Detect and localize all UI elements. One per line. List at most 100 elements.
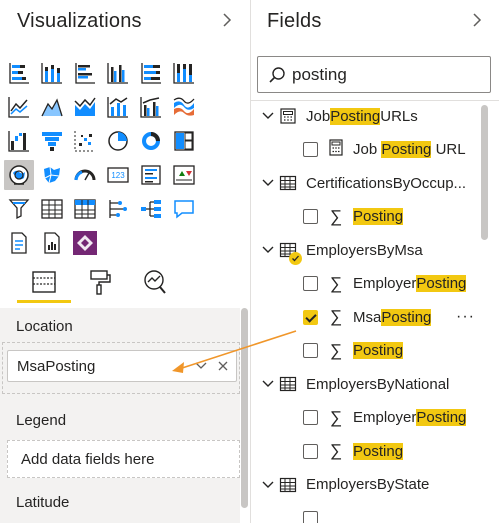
fields-search-box[interactable] [257, 56, 491, 93]
chevron-down-icon[interactable] [261, 377, 275, 391]
chevron-down-icon[interactable] [261, 109, 275, 123]
line-chart-icon[interactable] [4, 92, 34, 122]
table-row[interactable]: EmployersByNational [251, 370, 491, 398]
label-part: Job [306, 107, 331, 125]
fields-pane: Fields JobPostingURLsJob Posting URLCert… [251, 0, 499, 523]
scatter-chart-icon[interactable] [70, 126, 100, 156]
field-row[interactable]: ∑ Posting [251, 337, 491, 365]
funnel-icon[interactable] [37, 126, 67, 156]
collapse-visualizations-chevron-right-icon[interactable] [221, 11, 233, 34]
stacked-column-chart-icon[interactable] [37, 58, 67, 88]
pie-chart-icon[interactable] [103, 126, 133, 156]
more-options-icon[interactable]: ··· [456, 308, 475, 326]
field-row[interactable] [251, 504, 491, 523]
multi-row-card-icon[interactable] [136, 160, 166, 190]
field-checkbox[interactable] [303, 510, 318, 523]
label-part: Job [353, 141, 382, 158]
location-field-pill[interactable]: MsaPosting [7, 350, 237, 382]
field-row[interactable]: ∑ MsaPosting ··· [251, 303, 491, 331]
stacked-area-chart-icon[interactable] [70, 92, 100, 122]
label-part: EmployersByMsa [306, 241, 423, 259]
label-part: EmployersByState [306, 476, 430, 493]
gauge-icon[interactable] [70, 160, 100, 190]
map-icon[interactable] [4, 160, 34, 190]
slicer-icon[interactable] [4, 194, 34, 224]
table-icon [279, 476, 297, 494]
paginated-report-icon[interactable] [37, 228, 67, 258]
search-match-highlight: Posting [416, 275, 467, 292]
search-match-highlight: Posting [353, 342, 404, 359]
search-match-highlight: Posting [416, 409, 467, 426]
search-match-highlight: Posting [381, 141, 432, 158]
label-part: Employer [353, 409, 417, 426]
chevron-down-icon[interactable] [192, 357, 210, 375]
search-match-highlight: Posting [353, 208, 404, 225]
legend-drop-zone[interactable]: Add data fields here [7, 440, 240, 478]
field-row[interactable]: ∑ EmployerPosting [251, 270, 491, 298]
line-and-stacked-column-chart-icon[interactable] [103, 92, 133, 122]
line-and-clustered-column-chart-icon[interactable] [136, 92, 166, 122]
remove-field-close-icon[interactable] [214, 357, 232, 375]
qa-icon[interactable] [169, 194, 199, 224]
field-checkbox[interactable] [303, 309, 318, 325]
stacked-bar-chart-icon[interactable] [4, 58, 34, 88]
smart-narrative-icon[interactable] [4, 228, 34, 258]
clustered-column-chart-icon[interactable] [103, 58, 133, 88]
check-badge-icon [289, 252, 302, 265]
filled-map-icon[interactable] [37, 160, 67, 190]
key-influencers-icon[interactable] [103, 194, 133, 224]
field-checkbox[interactable] [303, 276, 318, 291]
waterfall-chart-icon[interactable] [4, 126, 34, 156]
calculator-table-icon [279, 107, 297, 125]
label-part: Employer [353, 275, 417, 292]
field-row[interactable]: ∑ Posting [251, 437, 491, 465]
collapse-fields-chevron-right-icon[interactable] [471, 11, 483, 34]
sigma-icon: ∑ [329, 407, 343, 427]
table-name: EmployersByMsa [306, 242, 423, 259]
search-match-highlight: Posting [330, 107, 381, 125]
chevron-down-icon[interactable] [261, 176, 275, 190]
100-stacked-bar-chart-icon[interactable] [136, 58, 166, 88]
format-tab-icon[interactable] [79, 262, 119, 302]
search-input[interactable] [292, 64, 462, 85]
field-name: MsaPosting [353, 308, 432, 326]
analytics-tab-icon[interactable] [134, 262, 174, 302]
table-row[interactable]: JobPostingURLs [251, 102, 491, 130]
treemap-icon[interactable] [169, 126, 199, 156]
svg-text:123: 123 [111, 171, 125, 180]
field-row[interactable]: Job Posting URL [251, 136, 491, 164]
field-checkbox[interactable] [303, 209, 318, 224]
table-icon[interactable] [37, 194, 67, 224]
power-apps-icon[interactable] [70, 228, 100, 258]
field-checkbox[interactable] [303, 343, 318, 358]
field-row[interactable]: ∑ Posting [251, 203, 491, 231]
table-row[interactable]: EmployersByMsa [251, 236, 491, 265]
search-icon [269, 66, 285, 83]
table-row[interactable]: EmployersByState [251, 471, 491, 499]
decomposition-tree-icon[interactable] [136, 194, 166, 224]
area-chart-icon[interactable] [37, 92, 67, 122]
chevron-down-icon[interactable] [261, 478, 275, 492]
matrix-icon[interactable] [70, 194, 100, 224]
chevron-down-icon[interactable] [261, 243, 275, 257]
fields-scrollbar[interactable] [481, 105, 488, 240]
field-row[interactable]: ∑ EmployerPosting [251, 404, 491, 432]
ribbon-chart-icon[interactable] [169, 92, 199, 122]
donut-chart-icon[interactable] [136, 126, 166, 156]
field-checkbox[interactable] [303, 443, 318, 459]
100-stacked-column-chart-icon[interactable] [169, 58, 199, 88]
fields-separator [251, 100, 499, 101]
visualizations-scrollbar[interactable] [241, 308, 248, 508]
fields-tab-icon[interactable] [24, 262, 64, 302]
search-match-highlight: Posting [353, 442, 404, 460]
sigma-icon: ∑ [329, 206, 343, 226]
field-name: EmployerPosting [353, 409, 467, 426]
field-checkbox[interactable] [303, 142, 318, 157]
table-row[interactable]: CertificationsByOccup... [251, 169, 491, 197]
clustered-bar-chart-icon[interactable] [70, 58, 100, 88]
field-checkbox[interactable] [303, 410, 318, 425]
kpi-icon[interactable] [169, 160, 199, 190]
card-icon[interactable]: 123 [103, 160, 133, 190]
location-field-name: MsaPosting [17, 357, 96, 375]
location-well-label: Location [16, 318, 73, 335]
